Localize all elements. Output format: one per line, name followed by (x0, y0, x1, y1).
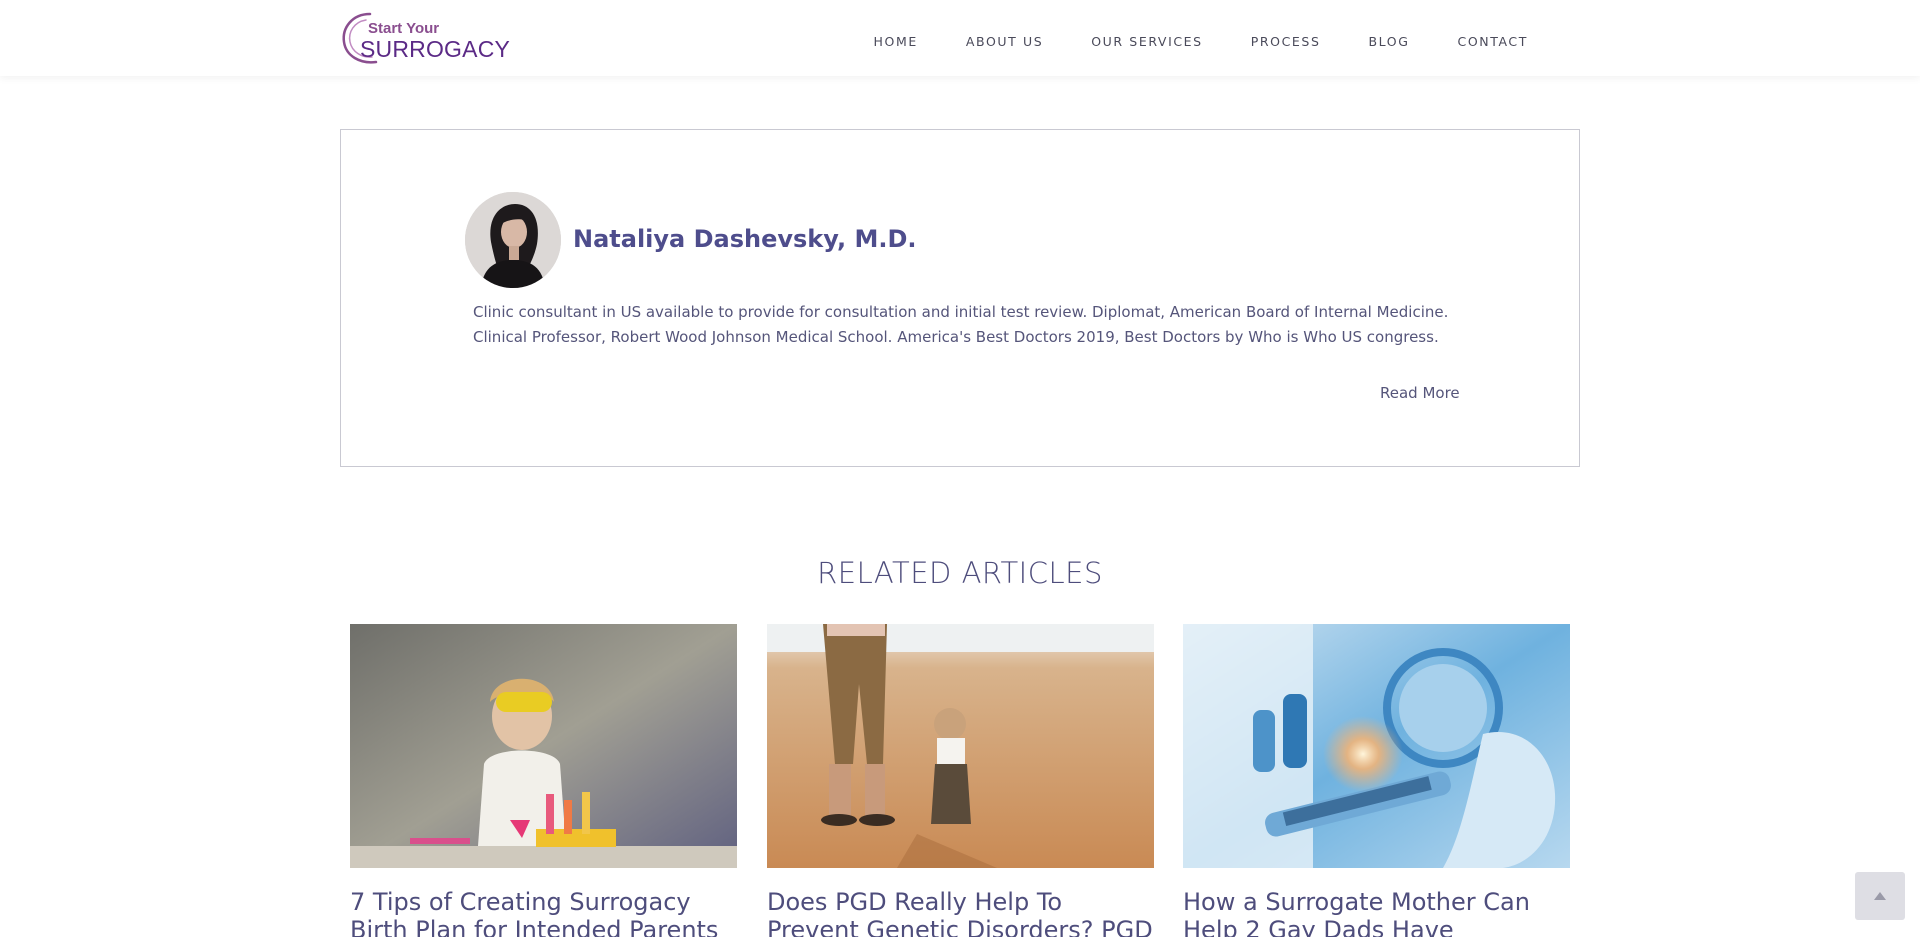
author-name: Nataliya Dashevsky, M.D. (573, 225, 917, 253)
article-thumbnail[interactable] (350, 624, 737, 868)
nav-item-about-us[interactable]: ABOUT US (966, 34, 1043, 49)
author-bio: Clinic consultant in US available to pro… (473, 300, 1473, 350)
site-logo[interactable]: Start Your SURROGACY (340, 10, 510, 66)
nav-item-our-services[interactable]: OUR SERVICES (1091, 34, 1202, 49)
article-title[interactable]: How a Surrogate Mother Can Help 2 Gay Da… (1183, 888, 1570, 937)
chevron-up-icon (1874, 892, 1886, 900)
main-nav: HOME ABOUT US OUR SERVICES PROCESS BLOG … (826, 34, 1528, 49)
nav-item-contact[interactable]: CONTACT (1458, 34, 1528, 49)
author-bio-line: Clinical Professor, Robert Wood Johnson … (473, 328, 1439, 346)
article-thumbnail[interactable] (1183, 624, 1570, 868)
read-more-link[interactable]: Read More (1380, 384, 1460, 402)
article-card[interactable]: 7 Tips of Creating Surrogacy Birth Plan … (350, 624, 737, 937)
author-photo (465, 192, 561, 288)
logo-tagline: Start Your (368, 20, 440, 37)
logo-wordmark: SURROGACY (360, 36, 511, 62)
article-title[interactable]: 7 Tips of Creating Surrogacy Birth Plan … (350, 888, 737, 937)
article-thumbnail[interactable] (767, 624, 1154, 868)
site-header: Start Your SURROGACY HOME ABOUT US OUR S… (0, 0, 1920, 76)
author-box: Nataliya Dashevsky, M.D. Clinic consulta… (340, 129, 1580, 467)
article-title[interactable]: Does PGD Really Help To Prevent Genetic … (767, 888, 1154, 937)
related-articles-heading: RELATED ARTICLES (817, 556, 1103, 590)
article-card[interactable]: How a Surrogate Mother Can Help 2 Gay Da… (1183, 624, 1570, 937)
nav-item-home[interactable]: HOME (874, 34, 918, 49)
author-bio-line: Clinic consultant in US available to pro… (473, 303, 1449, 321)
nav-item-process[interactable]: PROCESS (1251, 34, 1321, 49)
article-card[interactable]: Does PGD Really Help To Prevent Genetic … (767, 624, 1154, 937)
nav-item-blog[interactable]: BLOG (1368, 34, 1409, 49)
back-to-top-button[interactable] (1855, 872, 1905, 920)
author-avatar (465, 192, 561, 288)
